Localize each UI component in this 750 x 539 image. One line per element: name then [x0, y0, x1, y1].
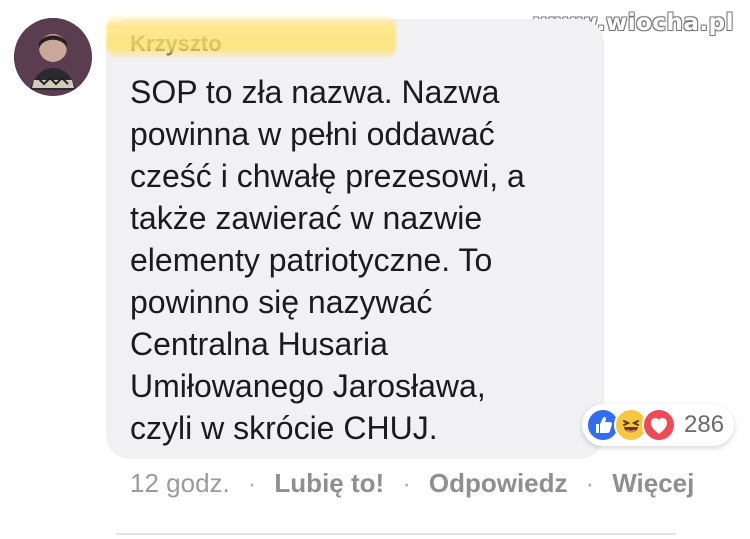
- reaction-count: 286: [684, 411, 725, 438]
- avatar-image: [14, 18, 92, 96]
- comment-actions: 12 godz. · Lubię to! · Odpowiedz · Więce…: [130, 468, 694, 499]
- reaction-icons: [586, 408, 678, 442]
- avatar[interactable]: [14, 18, 92, 96]
- next-comment-edge: [116, 533, 676, 539]
- comment-time[interactable]: 12 godz.: [130, 468, 230, 499]
- reaction-summary[interactable]: 286: [582, 404, 735, 446]
- author-name[interactable]: Krzyszto: [130, 31, 222, 57]
- like-link[interactable]: Lubię to!: [274, 468, 384, 499]
- separator-dot: ·: [247, 468, 257, 498]
- heart-icon: [651, 418, 667, 434]
- reply-link[interactable]: Odpowiedz: [429, 468, 568, 499]
- love-reaction-icon: [642, 408, 676, 442]
- comment-text: SOP to zła nazwa. Nazwa powinna w pełni …: [130, 74, 525, 446]
- more-link[interactable]: Więcej: [612, 468, 694, 499]
- comment-screenshot: www.wiocha.pl Krzyszto SOP to zła nazwa.…: [0, 0, 750, 539]
- comment-bubble: Krzyszto SOP to zła nazwa. Nazwa powinna…: [106, 19, 604, 459]
- separator-dot: ·: [402, 468, 411, 498]
- separator-dot: ·: [585, 468, 595, 498]
